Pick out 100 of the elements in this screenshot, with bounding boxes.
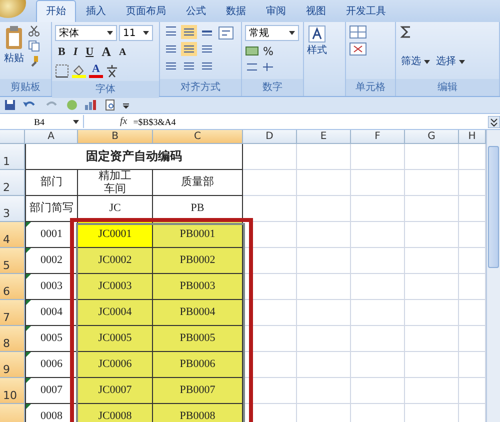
scissors-icon[interactable]	[28, 25, 40, 37]
paste-button[interactable]: 粘贴	[3, 25, 25, 65]
font-name-dropdown[interactable]: 宋体	[55, 25, 117, 41]
font-style-button[interactable]: B	[55, 44, 68, 60]
ribbon-menu-button[interactable]: 选择	[434, 54, 468, 68]
row-header[interactable]: 7	[0, 300, 25, 326]
ribbon-tab[interactable]: 插入	[76, 0, 116, 22]
empty-cell	[405, 300, 459, 326]
currency-icon[interactable]	[245, 44, 259, 58]
row-header[interactable]: 5	[0, 248, 25, 274]
number-format-dropdown[interactable]: 常规	[245, 25, 299, 41]
ribbon-menu-button[interactable]: 筛选	[399, 54, 432, 68]
table-cell: JC0007	[78, 378, 153, 404]
table-title: 固定资产自动编码	[25, 144, 243, 170]
shrink-font-button[interactable]: A	[116, 44, 130, 60]
column-header[interactable]: B	[78, 130, 153, 144]
table-cell: PB0004	[153, 300, 243, 326]
font-color-button[interactable]: A	[89, 63, 103, 78]
table-cell: PB0006	[153, 352, 243, 378]
row-header[interactable]: 9	[0, 352, 25, 378]
table-cell: JC0004	[78, 300, 153, 326]
align-icon[interactable]	[181, 42, 197, 56]
table-cell: 质量部	[153, 170, 243, 196]
phonetic-icon[interactable]	[104, 64, 119, 78]
table-cell: 部门简写	[25, 196, 78, 222]
column-header[interactable]: D	[243, 130, 297, 144]
empty-cell	[297, 170, 351, 196]
row-header[interactable]: 10	[0, 378, 25, 404]
ribbon-tab[interactable]: 公式	[176, 0, 216, 22]
ribbon-tab[interactable]: 审阅	[256, 0, 296, 22]
empty-cell	[243, 170, 297, 196]
copy-icon[interactable]	[28, 40, 40, 52]
empty-cell	[297, 300, 351, 326]
table-cell: JC0003	[78, 274, 153, 300]
row-header[interactable]: 4	[0, 222, 25, 248]
row-header[interactable]: 8	[0, 326, 25, 352]
empty-cell	[405, 274, 459, 300]
column-header[interactable]: E	[297, 130, 351, 144]
decimal-icon[interactable]	[245, 61, 259, 73]
function-label[interactable]: fx	[84, 116, 134, 127]
table-cell: 部门	[25, 170, 78, 196]
percent-button[interactable]: %	[261, 44, 276, 58]
styles-button[interactable]: 样式	[307, 25, 327, 57]
empty-cell	[405, 248, 459, 274]
ribbon-tab[interactable]: 开发工具	[336, 0, 396, 22]
empty-cell	[405, 326, 459, 352]
column-header[interactable]: F	[351, 130, 405, 144]
column-header[interactable]: H	[459, 130, 486, 144]
caret-icon	[289, 31, 295, 35]
wrap-icon[interactable]	[218, 25, 234, 41]
row-header[interactable]: 3	[0, 196, 25, 222]
empty-cell	[297, 352, 351, 378]
empty-cell	[351, 170, 405, 196]
formula-field[interactable]: =$B$3&A4	[133, 116, 488, 126]
empty-cell	[351, 352, 405, 378]
save-icon[interactable]	[4, 99, 16, 111]
ribbon-tab[interactable]: 数据	[216, 0, 256, 22]
empty-cell	[405, 144, 459, 170]
empty-cell	[351, 248, 405, 274]
row-header[interactable]: 2	[0, 170, 25, 196]
sum-icon[interactable]	[399, 25, 413, 39]
font-style-button[interactable]: I	[70, 44, 81, 60]
table-cell: PB0005	[153, 326, 243, 352]
font-style-button[interactable]: U	[82, 44, 97, 60]
border-icon[interactable]	[55, 64, 69, 78]
column-header[interactable]: A	[25, 130, 78, 144]
group-label: 字体	[52, 81, 159, 98]
decimal-icon[interactable]	[261, 61, 275, 73]
letter-style-icon[interactable]	[308, 25, 326, 43]
expand-icon[interactable]	[488, 116, 500, 128]
ribbon-tab[interactable]: 视图	[296, 0, 336, 22]
row-header[interactable]: 1	[0, 144, 25, 170]
align-icon[interactable]	[181, 25, 197, 39]
delete-cells-icon[interactable]	[349, 42, 367, 56]
fill-color-icon[interactable]	[71, 64, 87, 78]
insert-cells-icon[interactable]	[349, 25, 367, 39]
group-label: 数字	[242, 79, 303, 96]
column-header[interactable]: C	[153, 130, 243, 144]
clipboard-icon[interactable]	[3, 25, 25, 51]
ribbon-tab[interactable]: 页面布局	[116, 0, 176, 22]
table-cell: 精加工 车间	[78, 170, 153, 196]
font-size-dropdown[interactable]: 11	[119, 25, 153, 41]
column-header[interactable]: G	[405, 130, 459, 144]
empty-cell	[405, 222, 459, 248]
table-cell: PB0007	[153, 378, 243, 404]
scrollbar-thumb[interactable]	[488, 146, 499, 268]
empty-cell	[351, 300, 405, 326]
table-cell: JC0008	[78, 404, 153, 422]
group-label: 编辑	[396, 79, 499, 96]
chart-icon[interactable]	[84, 99, 98, 111]
ribbon-tab[interactable]: 开始	[36, 0, 76, 22]
empty-cell	[297, 196, 351, 222]
print-preview-icon[interactable]	[104, 99, 116, 111]
empty-cell	[351, 196, 405, 222]
table-cell: PB0001	[153, 222, 243, 248]
table-cell: PB0003	[153, 274, 243, 300]
grow-font-button[interactable]: A	[98, 44, 114, 60]
empty-cell	[405, 170, 459, 196]
empty-cell	[297, 222, 351, 248]
row-header[interactable]: 6	[0, 274, 25, 300]
